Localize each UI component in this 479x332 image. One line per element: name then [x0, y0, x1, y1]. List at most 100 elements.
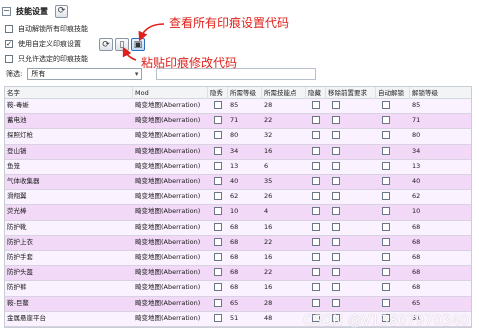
collapse-button[interactable]: − — [2, 6, 11, 16]
cell-required-level[interactable]: 34 — [228, 145, 262, 158]
row-checkbox[interactable] — [382, 131, 390, 140]
cell-unlock-level[interactable]: 40 — [410, 175, 471, 188]
row-checkbox[interactable] — [214, 192, 222, 201]
cell-required-level[interactable]: 10 — [228, 205, 262, 218]
col-name[interactable]: 名字 — [5, 87, 133, 99]
col-mod[interactable]: Mod — [133, 87, 208, 99]
table-row[interactable]: 探照灯枪 畸变地图(Aberration) 80 32 80 — [5, 129, 471, 145]
row-checkbox[interactable] — [214, 146, 222, 155]
row-checkbox[interactable] — [382, 101, 390, 109]
row-checkbox[interactable] — [312, 177, 320, 185]
cell-required-points[interactable]: 26 — [262, 190, 306, 203]
cell-required-points[interactable]: 28 — [262, 297, 306, 310]
cell-required-level[interactable]: 13 — [228, 160, 262, 173]
row-checkbox[interactable] — [332, 298, 340, 307]
cell-unlock-level[interactable]: 68 — [410, 251, 471, 264]
row-checkbox[interactable] — [312, 222, 320, 231]
row-checkbox[interactable] — [382, 207, 390, 216]
cell-required-level[interactable]: 85 — [228, 99, 262, 112]
cell-unlock-level[interactable]: 68 — [410, 236, 471, 249]
only-selected-option[interactable]: 只允许选定的印痕技能 — [5, 53, 88, 65]
table-row[interactable]: 登山镐 畸变地图(Aberration) 34 16 34 — [5, 144, 471, 160]
row-checkbox[interactable] — [332, 222, 340, 231]
cell-unlock-level[interactable]: 68 — [410, 221, 471, 234]
row-checkbox[interactable] — [382, 253, 390, 261]
row-checkbox[interactable] — [214, 313, 222, 322]
paste-code-button[interactable]: ▯ — [115, 38, 129, 51]
row-checkbox[interactable] — [214, 237, 222, 246]
cell-required-points[interactable]: 35 — [262, 175, 306, 188]
cell-unlock-level[interactable]: 34 — [410, 145, 471, 158]
table-row[interactable]: 防护头盔 畸变地图(Aberration) 68 22 68 — [5, 266, 471, 282]
only-selected-checkbox[interactable] — [5, 55, 13, 63]
row-checkbox[interactable] — [214, 283, 222, 292]
cell-unlock-level[interactable]: 13 — [410, 160, 471, 173]
cell-required-points[interactable]: 22 — [262, 266, 306, 279]
cell-required-points[interactable]: 16 — [262, 221, 306, 234]
cell-required-points[interactable]: 16 — [262, 251, 306, 264]
cell-required-level[interactable]: 68 — [228, 221, 262, 234]
row-checkbox[interactable] — [312, 131, 320, 140]
row-checkbox[interactable] — [382, 116, 390, 125]
row-checkbox[interactable] — [214, 116, 222, 125]
col-unlock-level[interactable]: 解锁等级 — [410, 87, 471, 99]
row-checkbox[interactable] — [312, 283, 320, 292]
cell-required-points[interactable]: 22 — [262, 114, 306, 127]
cell-required-points[interactable]: 16 — [262, 145, 306, 158]
cell-required-points[interactable]: 16 — [262, 281, 306, 294]
col-auto-unlock[interactable]: 自动解锁 — [376, 87, 410, 99]
row-checkbox[interactable] — [332, 237, 340, 246]
cell-unlock-level[interactable]: 85 — [410, 99, 471, 112]
row-checkbox[interactable] — [214, 298, 222, 307]
cell-required-level[interactable]: 65 — [228, 297, 262, 310]
use-custom-checkbox[interactable]: ✓ — [5, 40, 13, 48]
cell-unlock-level[interactable]: 68 — [410, 266, 471, 279]
row-checkbox[interactable] — [382, 237, 390, 246]
table-row[interactable]: 气体收集器 畸变地图(Aberration) 40 35 40 — [5, 175, 471, 191]
row-checkbox[interactable] — [382, 192, 390, 201]
table-row[interactable]: 鱼笼 畸变地图(Aberration) 13 6 13 — [5, 159, 471, 175]
row-checkbox[interactable] — [332, 268, 340, 277]
table-row[interactable]: 防护上衣 畸变地图(Aberration) 68 22 68 — [5, 235, 471, 251]
row-checkbox[interactable] — [214, 101, 222, 109]
cell-required-points[interactable]: 32 — [262, 129, 306, 142]
cell-required-level[interactable]: 68 — [228, 236, 262, 249]
row-checkbox[interactable] — [214, 131, 222, 140]
row-checkbox[interactable] — [332, 192, 340, 201]
refresh-button[interactable]: ⟳ — [55, 4, 68, 18]
row-checkbox[interactable] — [312, 116, 320, 125]
row-checkbox[interactable] — [312, 207, 320, 216]
use-custom-option[interactable]: ✓ 使用自定义印痕设置 — [5, 38, 81, 50]
row-checkbox[interactable] — [382, 298, 390, 307]
row-checkbox[interactable] — [214, 161, 222, 170]
row-checkbox[interactable] — [332, 161, 340, 170]
row-checkbox[interactable] — [382, 222, 390, 231]
table-row[interactable]: 蓄电池 畸变地图(Aberration) 71 22 71 — [5, 114, 471, 130]
cell-unlock-level[interactable]: 10 — [410, 205, 471, 218]
table-row[interactable]: 防护手套 畸变地图(Aberration) 68 16 68 — [5, 251, 471, 267]
row-checkbox[interactable] — [332, 207, 340, 216]
reload-button[interactable]: ⟳ — [99, 38, 113, 51]
row-checkbox[interactable] — [332, 131, 340, 140]
row-checkbox[interactable] — [332, 177, 340, 185]
table-row[interactable]: 防护靴 畸变地图(Aberration) 68 16 68 — [5, 220, 471, 236]
row-checkbox[interactable] — [382, 268, 390, 277]
cell-required-level[interactable]: 71 — [228, 114, 262, 127]
row-checkbox[interactable] — [332, 116, 340, 125]
auto-unlock-checkbox[interactable] — [5, 25, 13, 33]
cell-required-level[interactable]: 68 — [228, 281, 262, 294]
row-checkbox[interactable] — [214, 222, 222, 231]
row-checkbox[interactable] — [214, 268, 222, 277]
cell-required-points[interactable]: 28 — [262, 99, 306, 112]
row-checkbox[interactable] — [382, 161, 390, 170]
cell-required-level[interactable]: 68 — [228, 266, 262, 279]
row-checkbox[interactable] — [312, 161, 320, 170]
row-checkbox[interactable] — [332, 146, 340, 155]
cell-unlock-level[interactable]: 80 — [410, 129, 471, 142]
row-checkbox[interactable] — [214, 207, 222, 216]
table-row[interactable]: 鞍-毒蜥 畸变地图(Aberration) 85 28 85 — [5, 99, 471, 115]
row-checkbox[interactable] — [312, 268, 320, 277]
table-row[interactable]: 鞍-巨鳖 畸变地图(Aberration) 65 28 65 — [5, 296, 471, 312]
row-checkbox[interactable] — [332, 253, 340, 261]
row-checkbox[interactable] — [382, 283, 390, 292]
